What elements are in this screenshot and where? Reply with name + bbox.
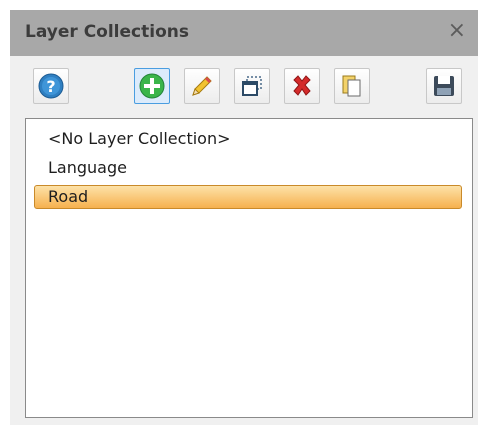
close-icon[interactable]: × — [448, 19, 466, 43]
pencil-icon — [192, 76, 212, 96]
panel-title: Layer Collections — [25, 22, 189, 42]
add-button[interactable] — [134, 68, 170, 104]
layer-collection-list[interactable]: <No Layer Collection> Language Road — [25, 118, 473, 418]
copy-button[interactable] — [334, 68, 370, 104]
duplicate-window-icon — [242, 76, 262, 96]
add-icon — [139, 73, 165, 99]
list-item-no-collection[interactable]: <No Layer Collection> — [34, 127, 462, 151]
list-item-language[interactable]: Language — [34, 156, 462, 180]
save-button[interactable] — [426, 68, 462, 104]
copy-pages-icon — [342, 75, 361, 97]
help-button[interactable]: ? — [33, 68, 69, 104]
duplicate-button[interactable] — [234, 68, 270, 104]
delete-x-icon — [293, 75, 311, 96]
list-item-road[interactable]: Road — [34, 185, 462, 209]
edit-button[interactable] — [184, 68, 220, 104]
svg-text:?: ? — [46, 77, 55, 96]
save-disk-icon — [434, 76, 454, 96]
help-icon: ? — [38, 73, 64, 99]
layer-collections-panel: Layer Collections × ? <No Layer Collecti… — [10, 10, 478, 425]
panel-titlebar: Layer Collections × — [10, 10, 478, 56]
delete-button[interactable] — [284, 68, 320, 104]
